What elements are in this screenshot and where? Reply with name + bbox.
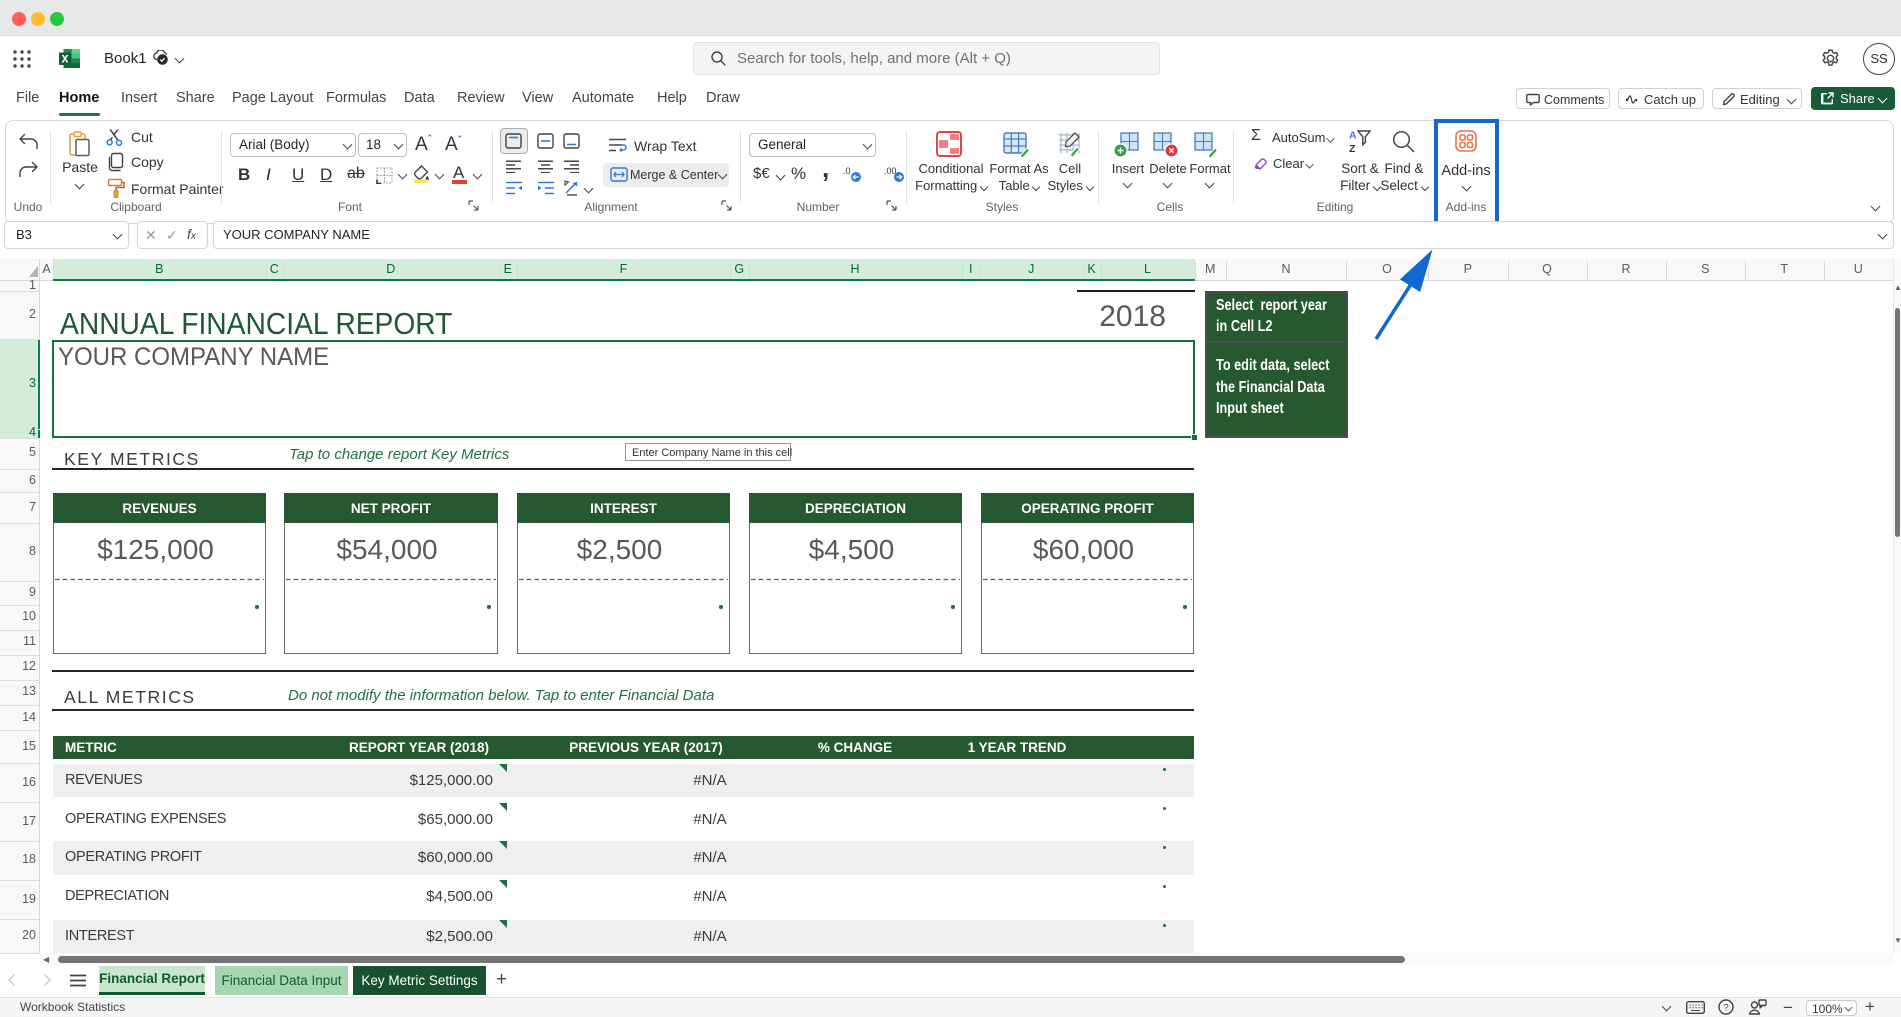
svg-text:.0: .0 [843,166,851,176]
svg-text:?: ? [1723,1002,1728,1013]
svg-text:Z: Z [1349,143,1356,154]
svg-text:.00: .00 [884,166,897,176]
svg-text:A: A [1349,130,1357,142]
